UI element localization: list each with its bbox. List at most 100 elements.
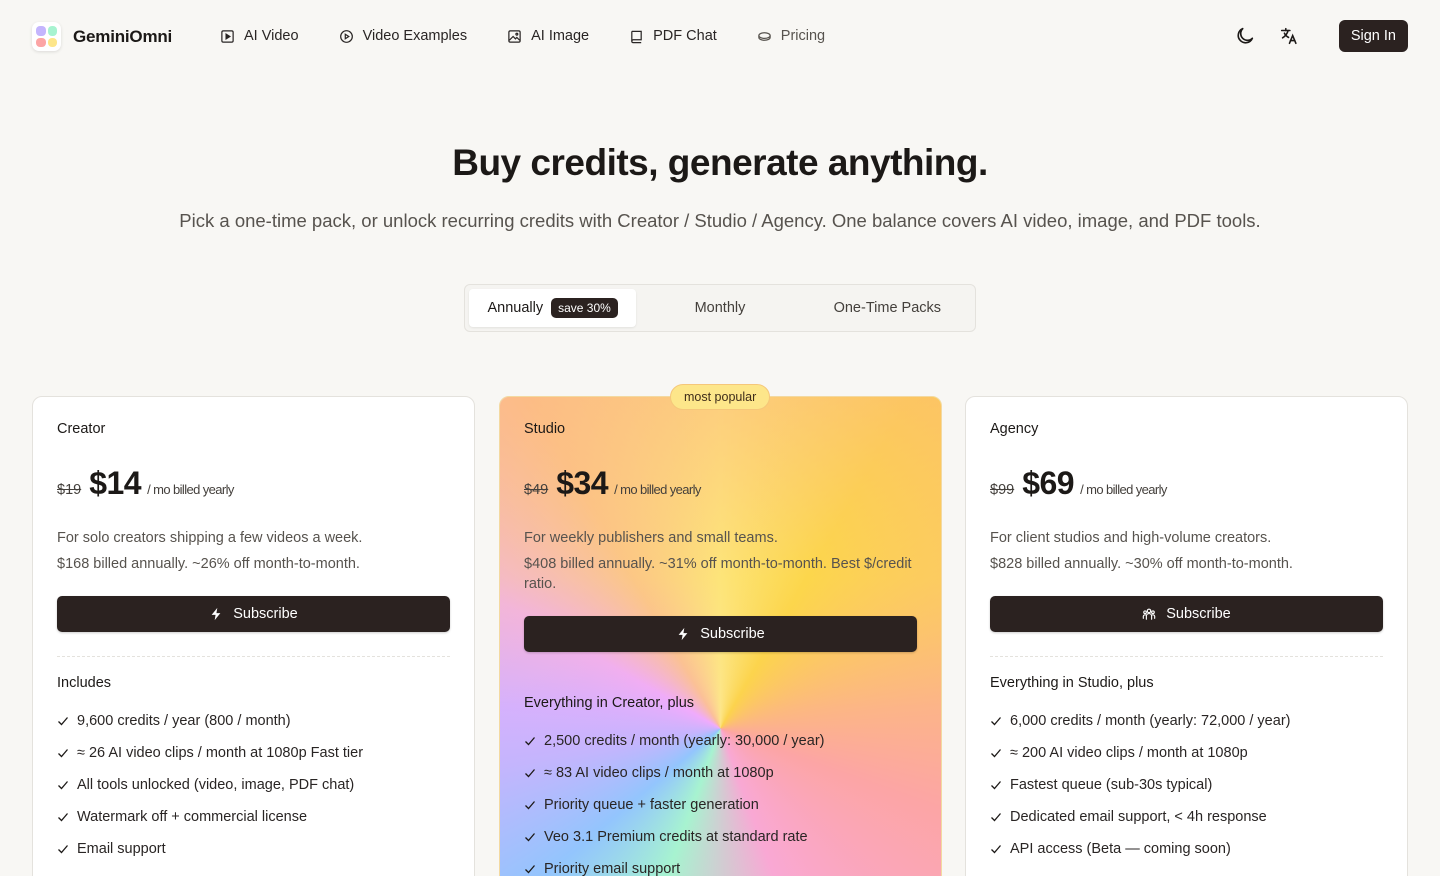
plan-description: For client studios and high-volume creat… [990,525,1383,574]
check-icon [991,845,1001,854]
nav-link-label: PDF Chat [653,28,717,44]
play-circle-icon [339,29,353,43]
feature-list: 6,000 credits / month (yearly: 72,000 / … [990,705,1383,865]
feature-text: Email support [77,841,166,857]
nav-link-label: Pricing [780,28,826,44]
language-button[interactable] [1273,20,1305,52]
feature-text: Priority email support [544,861,681,876]
check-icon [58,845,68,854]
price-row: $19 $14 / mo billed yearly [57,465,450,505]
price-period: / mo billed yearly [1080,482,1167,497]
plan-name: Agency [990,421,1039,437]
bolt-icon [211,607,221,621]
plan-tagline: For solo creators shipping a few videos … [57,530,363,546]
most-popular-badge: most popular [670,384,771,410]
nav-link-label: AI Video [244,28,299,44]
nav-link-label: Video Examples [362,28,468,44]
feature-text: ≈ 200 AI video clips / month at 1080p [1010,745,1248,761]
divider [524,676,917,677]
plan-card-studio: most popular Studio $49 $34 / mo billed … [499,384,942,876]
save-badge: save 30% [551,298,618,318]
feature-text: Dedicated email support, < 4h response [1010,809,1267,825]
feature-text: 9,600 credits / year (800 / month) [77,713,291,729]
subscribe-button[interactable]: Subscribe [990,596,1383,632]
feature-item: ≈ 26 AI video clips / month at 1080p Fas… [57,737,450,769]
check-icon [525,769,535,778]
price-period: / mo billed yearly [147,482,234,497]
feature-text: 2,500 credits / month (yearly: 30,000 / … [544,733,825,749]
feature-item: 9,600 credits / year (800 / month) [57,705,450,737]
coin-icon [758,31,771,41]
top-nav: GeminiOmni AI Video Video Examples AI Im… [0,0,1440,72]
feature-item: ≈ 83 AI video clips / month at 1080p [524,757,917,789]
book-icon [631,30,642,43]
brand-name: GeminiOmni [73,26,173,46]
tab-monthly[interactable]: Monthly [636,289,803,327]
tab-annually[interactable]: Annually save 30% [469,289,637,327]
bolt-icon [678,627,688,641]
old-price: $19 [57,482,82,498]
theme-toggle-button[interactable] [1229,20,1261,52]
feature-list: 9,600 credits / year (800 / month) ≈ 26 … [57,705,450,865]
subscribe-label: Subscribe [700,626,765,642]
nav-link-pdf-chat[interactable]: PDF Chat [629,24,717,48]
billing-toggle: Annually save 30% Monthly One-Time Packs [464,284,976,332]
page-title: Buy credits, generate anything. [452,142,988,183]
price: $34 [556,465,609,501]
check-icon [991,749,1001,758]
feature-text: API access (Beta — coming soon) [1010,841,1231,857]
check-icon [525,865,535,874]
plan-description: For solo creators shipping a few videos … [57,525,450,574]
billing-note: $168 billed annually. ~26% off month-to-… [57,556,360,572]
divider [990,656,1383,657]
translate-icon [1280,27,1297,45]
tab-label: One-Time Packs [833,300,942,316]
feature-text: Priority queue + faster generation [544,797,759,813]
feature-text: ≈ 83 AI video clips / month at 1080p [544,765,774,781]
feature-item: Veo 3.1 Premium credits at standard rate [524,821,917,853]
feature-text: All tools unlocked (video, image, PDF ch… [77,777,355,793]
feature-item: 2,500 credits / month (yearly: 30,000 / … [524,725,917,757]
sign-in-button[interactable]: Sign In [1338,20,1408,52]
check-icon [991,781,1001,790]
tab-one-time-packs[interactable]: One-Time Packs [804,289,971,327]
tab-label: Annually [487,300,544,316]
divider [57,656,450,657]
check-icon [58,717,68,726]
check-icon [525,737,535,746]
nav-link-video-examples[interactable]: Video Examples [339,24,468,48]
feature-item: ≈ 200 AI video clips / month at 1080p [990,737,1383,769]
moon-icon [1237,27,1254,44]
feature-item: Dedicated email support, < 4h response [990,801,1383,833]
price-row: $99 $69 / mo billed yearly [990,465,1383,505]
subscribe-button[interactable]: Subscribe [524,616,917,652]
nav-link-ai-video[interactable]: AI Video [220,24,299,48]
price: $69 [1022,465,1075,501]
logo-icon [32,22,61,51]
check-icon [525,801,535,810]
plan-name: Studio [524,421,566,437]
nav-actions: Sign In [1229,20,1408,52]
subscribe-label: Subscribe [1166,606,1231,622]
feature-text: Fastest queue (sub-30s typical) [1010,777,1213,793]
features-heading: Everything in Studio, plus [990,675,1154,691]
feature-item: Email support [57,833,450,865]
plan-card-agency: Agency $99 $69 / mo billed yearly For cl… [965,396,1408,876]
nav-link-pricing[interactable]: Pricing [757,24,825,48]
image-icon [508,29,521,43]
feature-list: 2,500 credits / month (yearly: 30,000 / … [524,725,917,876]
check-icon [991,717,1001,726]
price-period: / mo billed yearly [614,482,701,497]
check-icon [991,813,1001,822]
subscribe-label: Subscribe [233,606,298,622]
feature-item: Priority email support [524,853,917,876]
plan-name: Creator [57,421,106,437]
team-icon [1142,608,1156,620]
check-icon [58,781,68,790]
feature-text: 6,000 credits / month (yearly: 72,000 / … [1010,713,1291,729]
check-icon [58,813,68,822]
nav-link-ai-image[interactable]: AI Image [507,24,589,48]
subscribe-button[interactable]: Subscribe [57,596,450,632]
brand-logo[interactable]: GeminiOmni [32,22,172,51]
plan-tagline: For weekly publishers and small teams. [524,530,778,546]
